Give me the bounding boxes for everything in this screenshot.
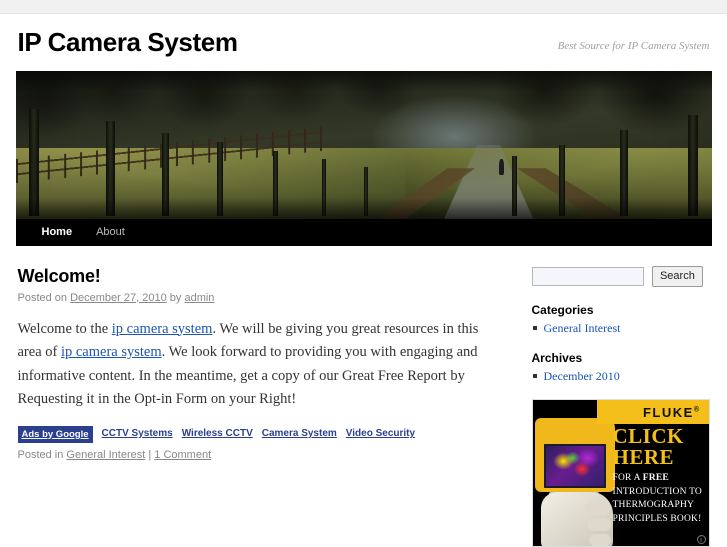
fluke-brand-text: FLUKE [642, 405, 694, 421]
post-utility: Posted in General Interest | 1 Comment [18, 449, 496, 461]
header-banner-image [15, 70, 712, 219]
ad-body-text: FOR A FREE INTRODUCTION TO THERMOGRAPHY … [613, 472, 709, 526]
categories-list: General Interest [532, 320, 712, 337]
nav-item-home[interactable]: Home [30, 219, 85, 246]
thermal-image [545, 446, 604, 487]
fluke-registered-mark: ® [693, 407, 701, 415]
list-item[interactable]: December 2010 [532, 368, 712, 385]
ad-body-2: INTRODUCTION TO THERMOGRAPHY PRINCIPLES … [612, 486, 702, 524]
thermal-camera-icon [534, 418, 615, 503]
header-vignette [15, 70, 712, 219]
site-branding: IP Camera System Best Source for IP Came… [16, 14, 712, 57]
comments-link[interactable]: 1 Comment [154, 449, 211, 461]
fluke-logo: FLUKE® [643, 405, 701, 420]
search-button[interactable]: Search [651, 265, 703, 287]
inline-link-ip-camera-system-1[interactable]: ip camera system [112, 321, 213, 337]
post-date-link[interactable]: December 27, 2010 [70, 292, 167, 304]
category-link-general-interest[interactable]: General Interest [544, 321, 621, 335]
post-paragraph: Welcome to the ip camera system. We will… [18, 318, 496, 412]
widget-title-categories: Categories [531, 302, 594, 317]
post-title[interactable]: Welcome! [18, 266, 496, 287]
post-meta-prefix: Posted on [17, 291, 71, 304]
widget-categories: Categories General Interest [532, 303, 712, 337]
post-author-link[interactable]: admin [184, 292, 214, 304]
hand-finger [584, 502, 611, 516]
ad-headline-line-2: HERE [612, 444, 675, 469]
sidebar: Search Categories General Interest Archi… [531, 265, 712, 547]
nav-item-about[interactable]: About [84, 219, 137, 246]
post-meta: Posted on December 27, 2010 by admin [18, 292, 496, 304]
archives-list: December 2010 [532, 368, 712, 385]
fluke-banner-ad[interactable]: FLUKE® CLICK HERE FOR A FREE INTRODUCTIO… [531, 399, 710, 547]
ad-body-1: FOR A [612, 473, 643, 484]
post-meta-by: by [166, 291, 185, 304]
ad-info-icon[interactable]: i [696, 535, 706, 545]
site-tagline: Best Source for IP Camera System [557, 40, 710, 52]
widget-archives: Archives December 2010 [532, 351, 712, 385]
page-wrapper: IP Camera System Best Source for IP Came… [0, 14, 727, 547]
nav-link-about[interactable]: About [84, 219, 137, 246]
browser-top-strip [0, 0, 727, 14]
ads-by-google-badge[interactable]: Ads by Google [17, 425, 93, 443]
main-navigation: Home About [15, 218, 712, 246]
gloved-hand [540, 492, 613, 547]
site-title-link[interactable]: IP Camera System [18, 27, 238, 57]
main-content-area: Welcome! Posted on December 27, 2010 by … [16, 246, 712, 547]
ad-link-cctv-systems[interactable]: CCTV Systems [102, 428, 173, 439]
ad-headline: CLICK HERE [612, 424, 709, 469]
hand-finger [586, 518, 611, 532]
adsense-link-unit: Ads by Google CCTV Systems Wireless CCTV Ca… [17, 425, 496, 443]
post-text-1: Welcome to the [17, 320, 112, 337]
post-column: Welcome! Posted on December 27, 2010 by … [16, 266, 496, 461]
ad-body-strong: FREE [642, 473, 669, 484]
category-link[interactable]: General Interest [66, 449, 145, 461]
ad-link-camera-system[interactable]: Camera System [262, 428, 337, 439]
inline-link-ip-camera-system-2[interactable]: ip camera system [61, 344, 162, 360]
ad-link-video-security[interactable]: Video Security [346, 428, 415, 439]
camera-screen [543, 444, 606, 489]
nav-link-home[interactable]: Home [30, 219, 85, 246]
ad-link-wireless-cctv[interactable]: Wireless CCTV [182, 428, 253, 439]
widget-title-archives: Archives [531, 350, 583, 365]
posted-in-label: Posted in [17, 448, 67, 461]
list-item[interactable]: General Interest [532, 320, 712, 337]
ad-headline-line-1: CLICK [612, 424, 684, 449]
archive-link-december-2010[interactable]: December 2010 [544, 369, 620, 383]
search-input[interactable] [531, 266, 644, 286]
utility-separator: | [145, 448, 155, 461]
post-body: Welcome to the ip camera system. We will… [18, 318, 496, 412]
search-form: Search [531, 265, 712, 287]
